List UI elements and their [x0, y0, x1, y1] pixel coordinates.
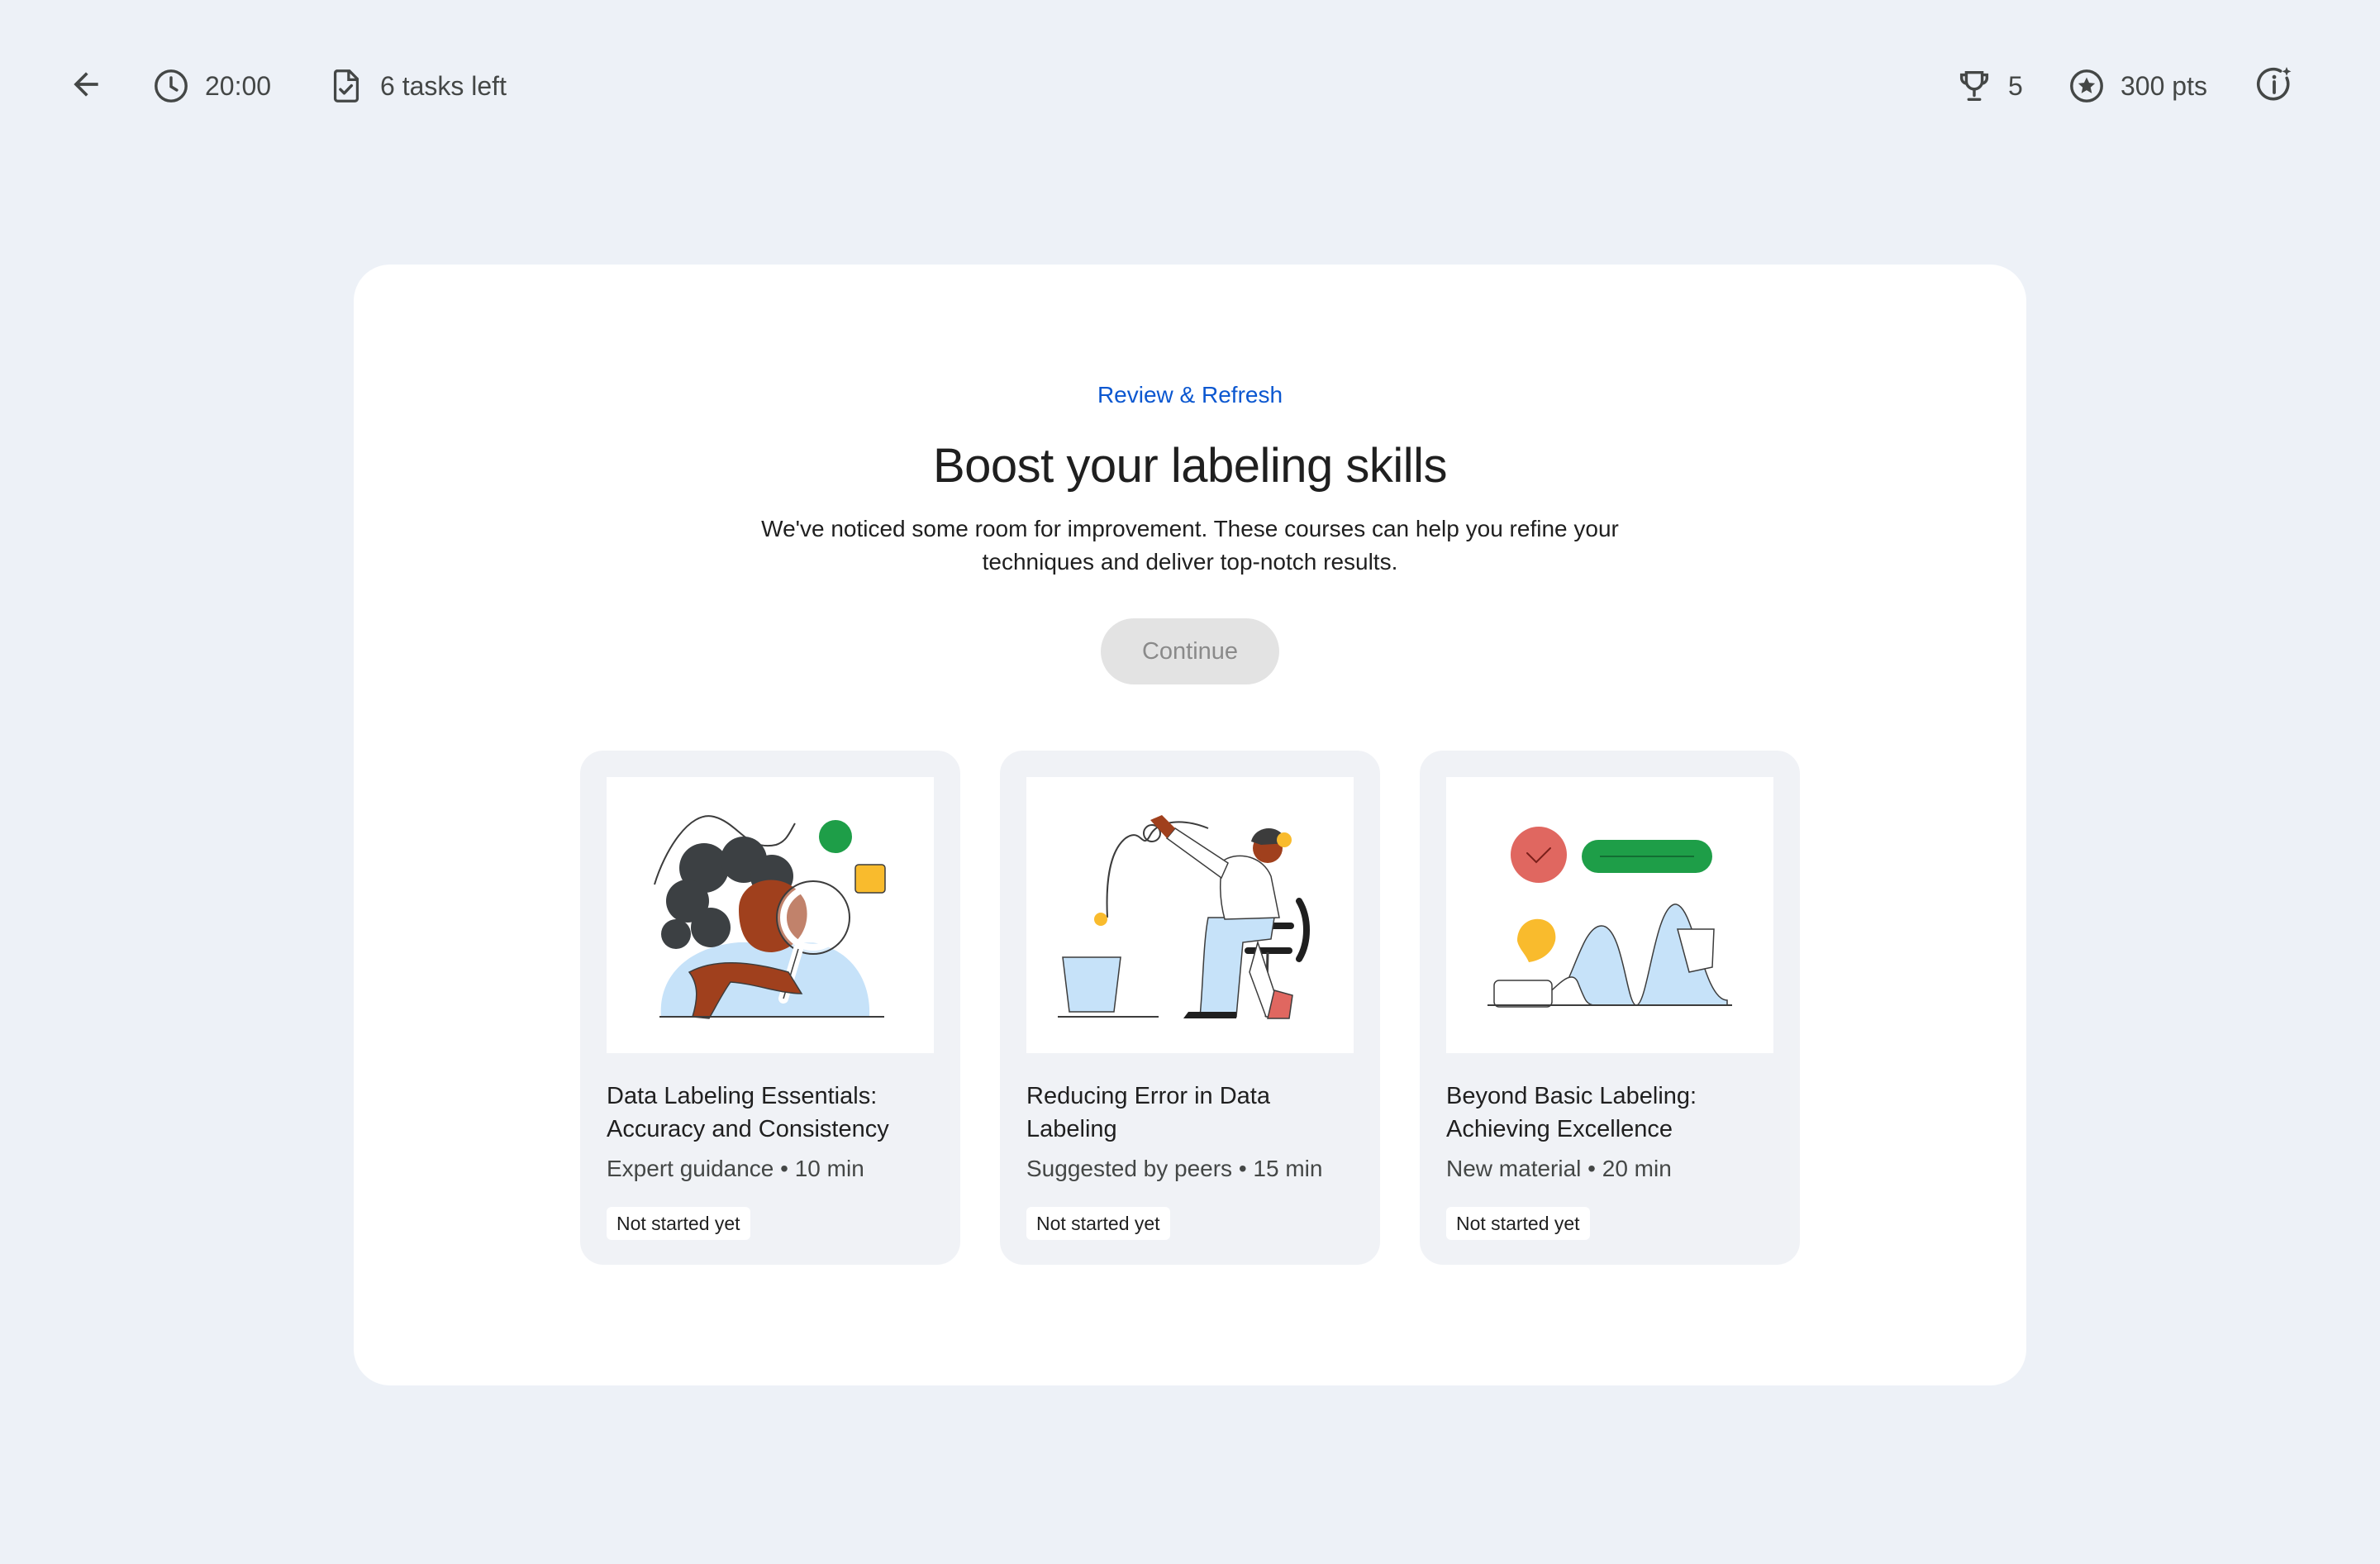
timer: 20:00: [152, 60, 271, 112]
course-title: Reducing Error in Data Labeling: [1026, 1083, 1270, 1142]
continue-button[interactable]: Continue: [1101, 618, 1279, 684]
tasks-left-label: 6 tasks left: [380, 70, 507, 101]
course-illustration-toss: [1026, 777, 1354, 1053]
status-badge: Not started yet: [1026, 1207, 1170, 1240]
points-value: 300 pts: [2121, 70, 2207, 101]
course-title: Beyond Basic Labeling: Achieving Excelle…: [1446, 1083, 1697, 1142]
info-sparkle-icon: [2254, 64, 2294, 108]
top-bar: 20:00 6 tasks left 5 300 pts: [0, 0, 2380, 170]
arrow-back-icon: [68, 66, 104, 107]
back-button[interactable]: [60, 60, 112, 112]
tasks-counter: 6 tasks left: [327, 60, 507, 112]
page-title: Boost your labeling skills: [932, 439, 1448, 493]
course-title: Data Labeling Essentials: Accuracy and C…: [607, 1083, 889, 1142]
page-subtitle: We've noticed some room for improvement.…: [761, 516, 1619, 575]
course-illustration-magnifier: [607, 777, 934, 1053]
status-badge: Not started yet: [1446, 1207, 1590, 1240]
clock-icon: [152, 67, 190, 105]
status-badge: Not started yet: [607, 1207, 750, 1240]
star-circle-icon: [2068, 67, 2106, 105]
course-card-beyond-basic-labeling[interactable]: Beyond Basic Labeling: Achieving Excelle…: [1420, 751, 1800, 1265]
points-counter: 300 pts: [2068, 60, 2207, 112]
timer-value: 20:00: [205, 70, 272, 101]
course-illustration-wave: [1446, 777, 1773, 1053]
trophy-icon: [1955, 67, 1993, 105]
course-meta: Suggested by peers • 15 min: [1026, 1156, 1323, 1181]
info-button[interactable]: [2248, 60, 2301, 112]
section-eyebrow: Review & Refresh: [1097, 382, 1283, 408]
trophy-count: 5: [2008, 70, 2023, 101]
course-card-reducing-error[interactable]: Reducing Error in Data Labeling Suggeste…: [1000, 751, 1380, 1265]
course-meta: Expert guidance • 10 min: [607, 1156, 864, 1181]
course-card-data-labeling-essentials[interactable]: Data Labeling Essentials: Accuracy and C…: [580, 751, 960, 1265]
trophy-counter: 5: [1955, 60, 2023, 112]
course-meta: New material • 20 min: [1446, 1156, 1672, 1181]
task-checklist-icon: [327, 67, 365, 105]
